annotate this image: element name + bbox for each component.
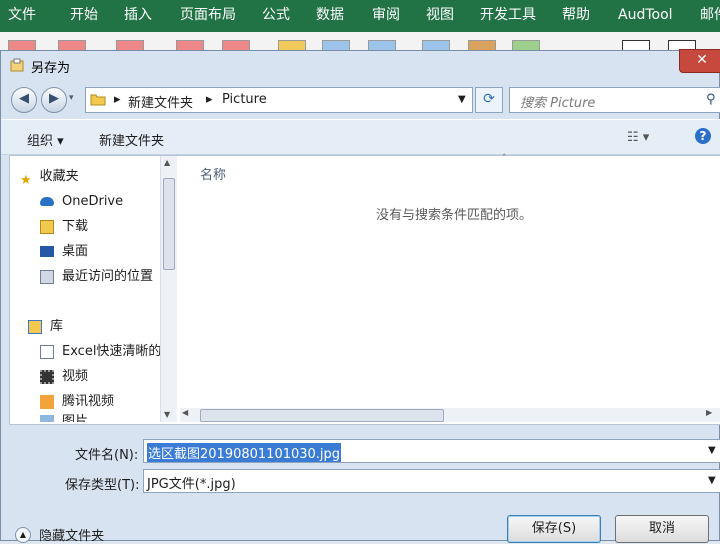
star-icon: ★	[20, 172, 32, 188]
address-separator-icon[interactable]: ▸	[206, 92, 213, 107]
address-separator-icon[interactable]: ▸	[114, 92, 121, 107]
nav-item-pictures[interactable]: 图片	[40, 414, 88, 422]
dialog-toolbar: 组织 ▾ 新建文件夹 ☷ ▾ ?	[1, 119, 720, 155]
back-button[interactable]: ◀	[11, 87, 37, 113]
pictures-icon	[40, 414, 54, 422]
nav-item-excel-library[interactable]: Excel快速清晰的	[40, 341, 161, 363]
recent-pages-chevron-icon[interactable]: ▾	[69, 93, 74, 103]
menu-tab-mail[interactable]: 邮件	[700, 0, 720, 32]
address-segment[interactable]: Picture	[222, 92, 267, 107]
nav-item-downloads[interactable]: 下载	[40, 216, 88, 238]
refresh-icon: ⟳	[483, 91, 495, 107]
nav-item-libraries[interactable]: 库	[28, 316, 63, 338]
menu-tab-file[interactable]: 文件	[8, 0, 36, 32]
nav-scroll-thumb[interactable]	[163, 178, 175, 270]
save-button[interactable]: 保存(S)	[507, 515, 601, 543]
recent-places-icon	[40, 269, 54, 284]
navigation-pane: ★ 收藏夹 OneDrive 下载 桌面 最近访问的位置 库 Excel快速清晰的…	[10, 156, 161, 422]
empty-list-message: 没有与搜索条件匹配的项。	[376, 208, 533, 223]
help-icon[interactable]: ?	[695, 128, 711, 144]
address-bar[interactable]: ▸ 新建文件夹 ▸ Picture ▼	[85, 87, 473, 113]
search-placeholder: 搜索 Picture	[520, 96, 596, 111]
desktop-icon	[40, 246, 54, 257]
folder-icon	[40, 394, 54, 409]
column-header-name[interactable]: 名称	[200, 164, 226, 183]
list-scroll-thumb[interactable]	[200, 409, 444, 422]
filename-value: 选区截图20190801101030.jpg	[147, 443, 342, 462]
hide-folders-toggle[interactable]: ▲ 隐藏文件夹	[15, 525, 104, 544]
filename-dropdown-icon[interactable]: ▼	[708, 445, 716, 456]
menu-tab-layout[interactable]: 页面布局	[180, 0, 236, 32]
menu-tab-review[interactable]: 审阅	[372, 0, 400, 32]
file-browser: ★ 收藏夹 OneDrive 下载 桌面 最近访问的位置 库 Excel快速清晰的…	[9, 154, 720, 425]
filename-input[interactable]: 选区截图20190801101030.jpg ▼	[143, 439, 720, 463]
list-horizontal-scrollbar[interactable]: ◀ ▶	[180, 408, 720, 422]
nav-scrollbar[interactable]: ▲ ▼	[160, 156, 177, 422]
nav-item-favorites[interactable]: ★ 收藏夹	[20, 166, 79, 188]
close-button[interactable]: ✕	[679, 49, 720, 73]
search-icon[interactable]: ⚲	[706, 92, 716, 107]
nav-item-tencent-video[interactable]: 腾讯视频	[40, 391, 114, 413]
save-as-dialog: 另存为 ✕ ◀ ▶ ▾ ▸ 新建文件夹 ▸ Picture ▼ ⟳ 搜索 Pic…	[0, 49, 720, 544]
arrow-right-icon: ▶	[49, 91, 59, 106]
filetype-select[interactable]: JPG文件(*.jpg) ▼	[143, 469, 720, 493]
dialog-title: 另存为	[31, 61, 71, 76]
view-options-icon[interactable]: ☷ ▾	[627, 130, 649, 145]
address-segment[interactable]: 新建文件夹	[128, 92, 193, 111]
download-folder-icon	[40, 219, 54, 234]
library-icon	[28, 319, 42, 334]
search-box[interactable]: 搜索 Picture ⚲	[509, 87, 720, 113]
file-list[interactable]: 名称 ˆ 没有与搜索条件匹配的项。	[180, 154, 720, 422]
nav-item-onedrive[interactable]: OneDrive	[40, 191, 123, 213]
forward-button[interactable]: ▶	[41, 87, 67, 113]
menu-tab-view[interactable]: 视图	[426, 0, 454, 32]
scroll-right-icon[interactable]: ▶	[706, 408, 712, 417]
scroll-down-icon[interactable]: ▼	[164, 410, 170, 419]
organize-button[interactable]: 组织 ▾	[27, 130, 64, 149]
refresh-button[interactable]: ⟳	[475, 87, 503, 113]
filetype-label: 保存类型(T):	[65, 478, 140, 493]
save-as-icon	[10, 58, 24, 72]
address-dropdown-icon[interactable]: ▼	[458, 94, 466, 105]
cloud-icon	[40, 197, 54, 206]
menu-tab-data[interactable]: 数据	[316, 0, 344, 32]
filetype-dropdown-icon[interactable]: ▼	[708, 475, 716, 486]
menu-tab-help[interactable]: 帮助	[562, 0, 590, 32]
video-icon	[40, 369, 54, 384]
scroll-left-icon[interactable]: ◀	[182, 408, 188, 417]
menu-tab-developer[interactable]: 开发工具	[480, 0, 536, 32]
nav-item-desktop[interactable]: 桌面	[40, 241, 88, 263]
filename-label: 文件名(N):	[75, 448, 139, 463]
nav-item-videos[interactable]: 视频	[40, 366, 88, 388]
menu-tab-insert[interactable]: 插入	[124, 0, 152, 32]
arrow-left-icon: ◀	[19, 91, 29, 106]
scroll-up-icon[interactable]: ▲	[164, 158, 170, 167]
nav-item-recent-places[interactable]: 最近访问的位置	[40, 266, 153, 288]
collapse-icon: ▲	[15, 526, 31, 543]
new-folder-button[interactable]: 新建文件夹	[99, 130, 164, 149]
menu-tab-audtool[interactable]: AudTool	[618, 0, 673, 32]
menu-tab-home[interactable]: 开始	[70, 0, 98, 32]
cancel-button[interactable]: 取消	[615, 515, 709, 543]
excel-menu-bar: 文件 开始 插入 页面布局 公式 数据 审阅 视图 开发工具 帮助 AudToo…	[0, 0, 720, 32]
folder-icon	[90, 92, 106, 106]
menu-tab-formulas[interactable]: 公式	[262, 0, 290, 32]
filetype-value: JPG文件(*.jpg)	[147, 477, 236, 492]
document-icon	[40, 344, 54, 359]
sort-ascending-icon: ˆ	[502, 154, 507, 164]
